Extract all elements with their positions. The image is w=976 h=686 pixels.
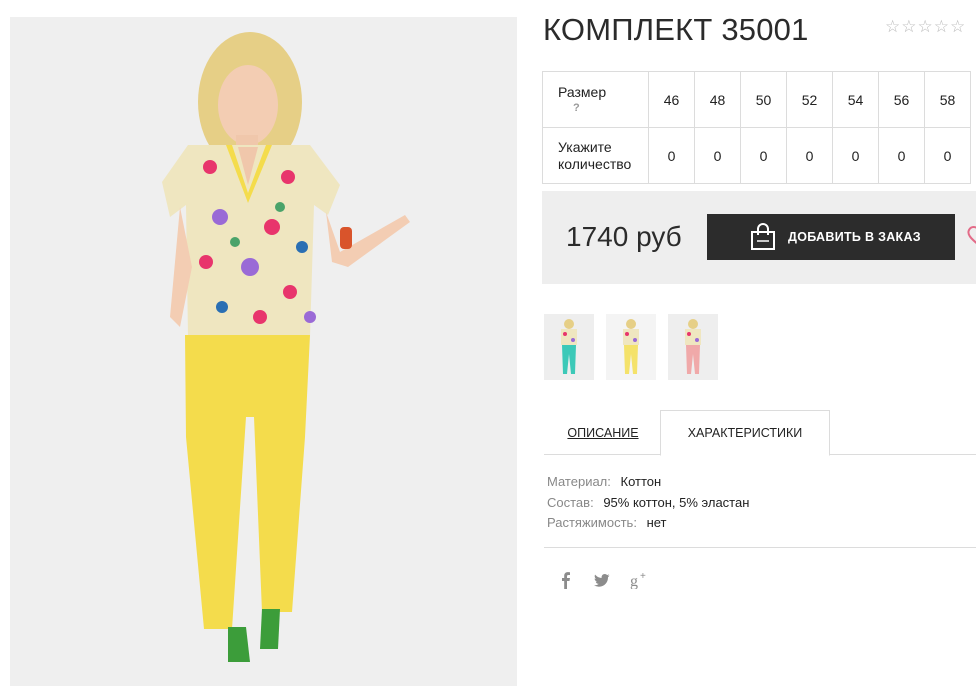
spec-value: 95% коттон, 5% эластан xyxy=(603,494,750,510)
tab-characteristics[interactable]: ХАРАКТЕРИСТИКИ xyxy=(660,410,830,456)
spec-row: Растяжимость: нет xyxy=(547,513,749,534)
quantity-input[interactable]: 0 xyxy=(740,127,787,184)
social-share: g + xyxy=(558,571,650,590)
spec-label: Состав: xyxy=(547,494,594,510)
twitter-icon[interactable] xyxy=(594,571,610,589)
svg-text:g: g xyxy=(630,573,638,589)
size-cell: 52 xyxy=(786,71,833,128)
buy-box: 1740 руб ДОБАВИТЬ В ЗАКАЗ xyxy=(542,191,976,284)
size-cell: 54 xyxy=(832,71,879,128)
thumbnail-turquoise[interactable] xyxy=(544,314,594,380)
size-label: Размер xyxy=(558,84,607,100)
quantity-input[interactable]: 0 xyxy=(786,127,833,184)
svg-text:+: + xyxy=(640,571,646,582)
product-title: КОМПЛЕКТ 35001 xyxy=(543,12,809,47)
spec-value: Коттон xyxy=(620,474,662,489)
model-illustration xyxy=(10,17,517,686)
heart-icon[interactable] xyxy=(966,225,976,247)
spec-label: Растяжимость: xyxy=(547,515,637,530)
tab-description[interactable]: ОПИСАНИЕ xyxy=(544,410,662,455)
specs-list: Материал: Коттон Состав: 95% коттон, 5% … xyxy=(547,472,749,534)
add-to-order-button[interactable]: ДОБАВИТЬ В ЗАКАЗ xyxy=(707,214,955,260)
spec-value: нет xyxy=(646,515,667,530)
quantity-input[interactable]: 0 xyxy=(648,127,695,184)
spec-label: Материал: xyxy=(547,474,611,489)
size-help-icon[interactable]: ? xyxy=(573,101,648,115)
rating-stars[interactable]: ☆ ☆ ☆ ☆ ☆ xyxy=(885,18,965,36)
product-tabs: ОПИСАНИЕ ХАРАКТЕРИСТИКИ xyxy=(544,410,976,456)
shopping-bag-icon xyxy=(750,223,776,251)
star-icon[interactable]: ☆ xyxy=(950,18,965,36)
size-cell: 58 xyxy=(924,71,971,128)
thumbnail-yellow[interactable] xyxy=(606,314,656,380)
spec-row: Состав: 95% коттон, 5% эластан xyxy=(547,493,749,514)
size-cell: 50 xyxy=(740,71,787,128)
divider xyxy=(544,547,976,548)
quantity-row: Укажите количество 0 0 0 0 0 0 0 xyxy=(542,127,971,184)
size-table: Размер ? 46 48 50 52 54 56 58 Укажите ко… xyxy=(542,71,971,184)
quantity-input[interactable]: 0 xyxy=(878,127,925,184)
quantity-row-header: Укажите количество xyxy=(542,127,649,184)
quantity-input[interactable]: 0 xyxy=(924,127,971,184)
product-price: 1740 руб xyxy=(566,221,682,252)
thumbnail-gallery xyxy=(544,314,718,380)
google-plus-icon[interactable]: g + xyxy=(630,571,650,590)
spec-row: Материал: Коттон xyxy=(547,472,749,493)
product-main-image[interactable] xyxy=(10,17,517,686)
star-icon[interactable]: ☆ xyxy=(885,18,900,36)
size-row: Размер ? 46 48 50 52 54 56 58 xyxy=(542,71,971,128)
thumbnail-pink[interactable] xyxy=(668,314,718,380)
quantity-input[interactable]: 0 xyxy=(832,127,879,184)
size-cell: 46 xyxy=(648,71,695,128)
star-icon[interactable]: ☆ xyxy=(901,18,916,36)
facebook-icon[interactable] xyxy=(558,571,574,589)
add-to-order-label: ДОБАВИТЬ В ЗАКАЗ xyxy=(788,230,921,244)
size-cell: 56 xyxy=(878,71,925,128)
quantity-input[interactable]: 0 xyxy=(694,127,741,184)
size-row-header: Размер ? xyxy=(542,71,649,128)
size-cell: 48 xyxy=(694,71,741,128)
star-icon[interactable]: ☆ xyxy=(918,18,933,36)
star-icon[interactable]: ☆ xyxy=(934,18,949,36)
